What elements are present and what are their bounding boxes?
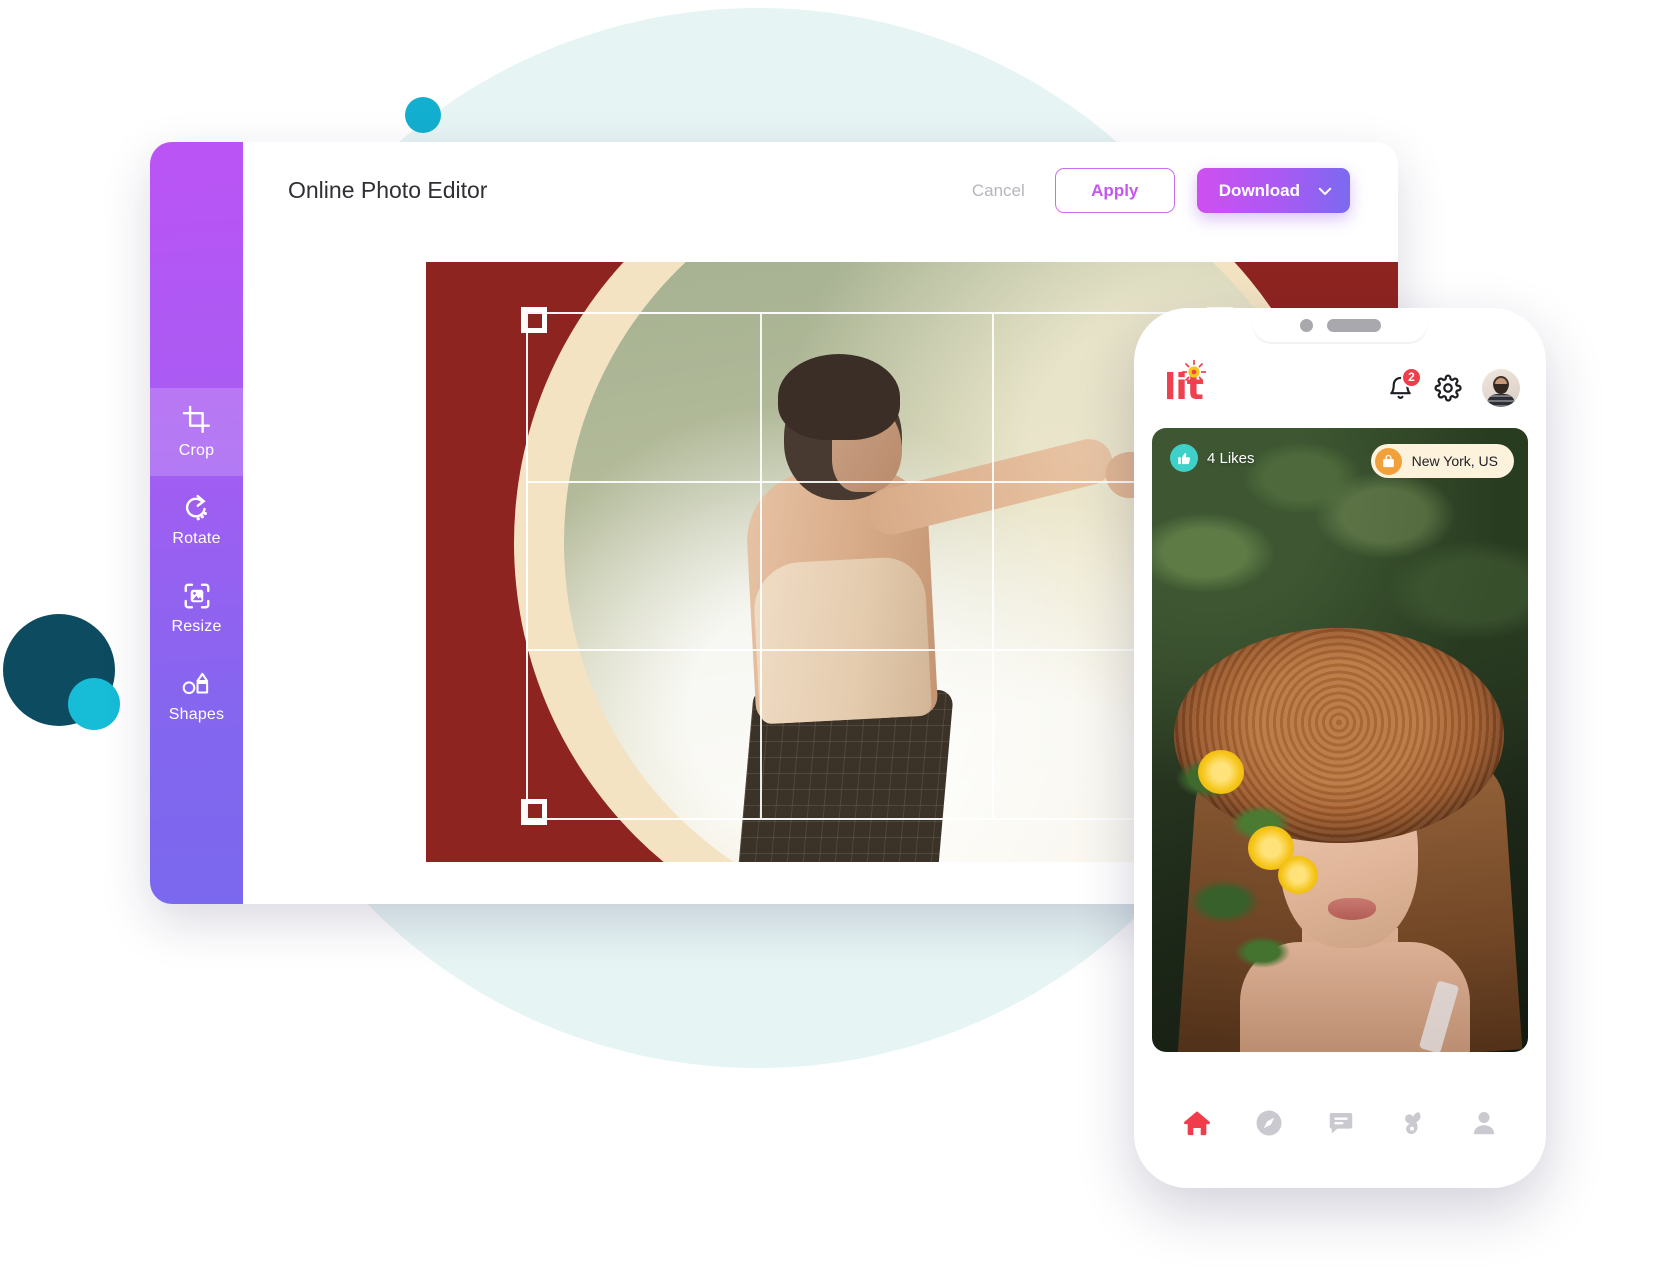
phone-mockup: lit 2 4 Likes New York, US — [1134, 308, 1546, 1188]
location-badge[interactable]: New York, US — [1370, 444, 1514, 478]
crop-gridline-horizontal — [528, 648, 1226, 651]
sidebar-item-crop[interactable]: Crop — [150, 388, 243, 476]
tab-home[interactable] — [1181, 1107, 1213, 1139]
chevron-down-icon — [1316, 182, 1334, 200]
download-button-label: Download — [1218, 180, 1300, 200]
likes-badge[interactable]: 4 Likes — [1170, 444, 1255, 472]
crop-selection-overlay[interactable] — [521, 307, 1233, 825]
shapes-icon — [181, 669, 213, 699]
sidebar-item-rotate[interactable]: Rotate — [150, 476, 243, 564]
photo-lips — [1328, 898, 1376, 920]
photo-flower — [1198, 750, 1244, 794]
tab-profile[interactable] — [1469, 1108, 1499, 1138]
tab-activity[interactable] — [1398, 1108, 1428, 1138]
crop-gridline-horizontal — [528, 480, 1226, 483]
app-tabbar — [1134, 1080, 1546, 1188]
sparkle-icon — [1181, 359, 1207, 390]
avatar[interactable] — [1482, 369, 1520, 407]
decorative-dot-cyan-top — [405, 97, 441, 133]
speaker-icon — [1326, 318, 1381, 332]
likes-label: 4 Likes — [1207, 449, 1255, 467]
decorative-dot-cyan-small — [68, 678, 120, 730]
post-photo[interactable]: 4 Likes New York, US — [1152, 428, 1528, 1052]
app-header-icons: 2 — [1387, 366, 1520, 407]
editor-header: Online Photo Editor Cancel Apply Downloa… — [243, 142, 1398, 239]
sidebar-item-label: Rotate — [172, 529, 221, 547]
crop-gridline-vertical — [992, 314, 995, 818]
camera-icon — [1299, 318, 1313, 332]
sidebar-item-shapes[interactable]: Shapes — [150, 652, 243, 740]
resize-icon — [182, 581, 212, 611]
crop-icon — [182, 405, 212, 435]
crop-gridline-vertical — [759, 314, 762, 818]
download-button[interactable]: Download — [1196, 168, 1350, 213]
app-header: lit 2 — [1134, 352, 1546, 424]
crop-handle-bottom-left[interactable] — [521, 799, 547, 825]
cancel-button[interactable]: Cancel — [964, 175, 1033, 207]
editor-toolbar-sidebar: Crop Rotate Resize Shapes — [150, 142, 243, 904]
location-label: New York, US — [1411, 453, 1498, 469]
tab-messages[interactable] — [1326, 1108, 1356, 1138]
rotate-icon — [182, 493, 212, 523]
notification-badge: 2 — [1401, 366, 1422, 388]
gear-icon[interactable] — [1434, 374, 1462, 402]
bag-icon — [1374, 447, 1402, 475]
phone-notch — [1252, 308, 1428, 342]
bell-icon[interactable]: 2 — [1387, 366, 1422, 402]
page-root: Crop Rotate Resize Shapes Online Photo E… — [0, 0, 1677, 1272]
app-logo[interactable]: lit — [1164, 359, 1207, 406]
thumbs-up-icon — [1170, 444, 1198, 472]
crop-handle-top-left[interactable] — [521, 307, 547, 333]
tab-explore[interactable] — [1254, 1108, 1284, 1138]
header-actions: Cancel Apply Download — [964, 168, 1350, 213]
photo-flower — [1278, 856, 1318, 894]
sidebar-item-label: Shapes — [168, 705, 225, 723]
sidebar-item-label: Resize — [171, 617, 222, 635]
sidebar-item-label: Crop — [178, 441, 215, 459]
page-title: Online Photo Editor — [288, 177, 488, 203]
sidebar-item-resize[interactable]: Resize — [150, 564, 243, 652]
apply-button[interactable]: Apply — [1054, 168, 1175, 213]
